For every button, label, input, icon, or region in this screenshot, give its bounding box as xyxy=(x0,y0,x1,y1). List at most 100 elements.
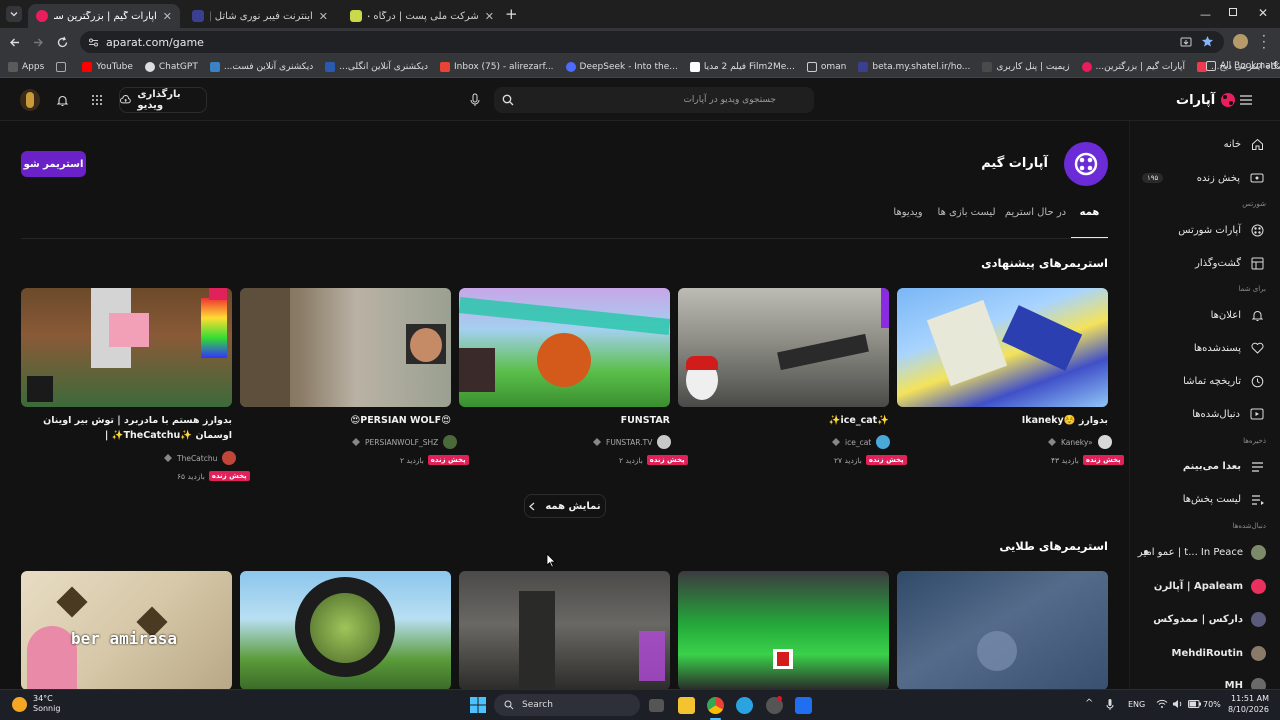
tab-game-list[interactable]: لیست بازی ها xyxy=(935,207,998,218)
bookmark-film2media[interactable]: فیلم 2 مدیا Film2Me... xyxy=(689,61,795,72)
sidebar-sub-1[interactable]: آپالرن | Apaleam xyxy=(1154,579,1266,594)
bookmark-aparat[interactable]: آپارات گیم | بزرگترین... xyxy=(1081,61,1185,72)
tab-streaming[interactable]: در حال استریم xyxy=(1003,207,1068,218)
bookmark-english-dic[interactable]: دیکشنری آنلاین انگلی... xyxy=(325,61,428,72)
bookmark-fast-dic[interactable]: دیکشنری آنلاین فست... xyxy=(209,61,313,72)
bookmark-deepseek[interactable]: DeepSeek - Into the... xyxy=(565,61,678,72)
sidebar-item-live[interactable]: پخش زنده xyxy=(1197,172,1264,184)
notification-bell-icon[interactable] xyxy=(56,94,69,107)
install-app-icon[interactable] xyxy=(1180,36,1192,48)
battery-icon[interactable] xyxy=(1188,700,1201,708)
stream-thumbnail[interactable] xyxy=(897,571,1108,689)
following-icon xyxy=(1250,408,1264,420)
site-info-icon[interactable] xyxy=(88,37,99,48)
language-indicator[interactable]: ENG xyxy=(1128,700,1145,709)
tab-aparat-game[interactable]: آپارات گیم | بزرگترین سرویس اشتر ✕ xyxy=(28,4,180,28)
chrome-icon[interactable] xyxy=(707,697,724,714)
microphone-icon[interactable] xyxy=(469,93,481,107)
channel-row[interactable]: Kaneky» xyxy=(1048,435,1112,449)
volume-icon[interactable] xyxy=(1172,699,1184,709)
all-bookmarks[interactable]: All Bookmarks xyxy=(1206,61,1280,71)
stream-title[interactable]: 😍PERSIAN WOLF😍 xyxy=(240,413,451,428)
wifi-icon[interactable] xyxy=(1156,699,1168,709)
stream-title[interactable]: FUNSTAR xyxy=(459,413,670,428)
sidebar-item-playlists[interactable]: لیست پخش‌ها xyxy=(1183,494,1264,505)
sidebar-item-explore[interactable]: گشت‌وگذار xyxy=(1195,257,1264,270)
bookmark-zimit[interactable]: زیمیت | پنل کاربری xyxy=(982,61,1070,72)
profile-avatar[interactable] xyxy=(1233,34,1248,49)
stream-thumbnail[interactable] xyxy=(678,571,889,689)
bookmark-youtube[interactable]: YouTube xyxy=(82,61,133,72)
sidebar-sub-0[interactable]: عمو امیر | t... In Peace xyxy=(1138,545,1266,560)
address-bar[interactable]: aparat.com/game xyxy=(80,31,1224,53)
sidebar-sub-2[interactable]: دارکس | ممدوکس xyxy=(1153,612,1266,627)
channel-row[interactable]: PERSIANWOLF_SHZ xyxy=(352,435,458,449)
task-view-icon[interactable] xyxy=(649,699,664,712)
weather-widget[interactable]: 34°C Sonnig xyxy=(12,694,60,714)
chevron-down-icon xyxy=(10,12,18,17)
stream-thumbnail[interactable] xyxy=(240,571,451,689)
more-menu-icon[interactable]: · · · xyxy=(1262,30,1266,54)
tray-chevron-icon[interactable]: ^ xyxy=(1085,698,1093,709)
back-icon[interactable] xyxy=(8,36,21,49)
new-tab-button[interactable]: + xyxy=(505,5,518,23)
channel-row[interactable]: TheCatchu xyxy=(164,451,237,465)
stream-thumbnail[interactable] xyxy=(21,288,232,407)
stream-thumbnail[interactable] xyxy=(897,288,1108,407)
streamer-button[interactable]: استریمر شو xyxy=(21,151,86,177)
site-logo[interactable]: آپارات xyxy=(1176,91,1237,109)
clock[interactable]: 11:51 AM 8/10/2026 xyxy=(1225,693,1269,715)
stream-thumbnail[interactable] xyxy=(459,571,670,689)
hamburger-menu-icon[interactable] xyxy=(1240,95,1252,105)
bookmark-oman[interactable]: oman xyxy=(806,61,846,72)
bookmark-star-icon[interactable] xyxy=(1201,35,1214,48)
stream-thumbnail[interactable] xyxy=(459,288,670,407)
sidebar-item-history[interactable]: تاریخچه تماشا xyxy=(1183,375,1264,388)
bookmark-apps[interactable]: Apps xyxy=(8,61,44,72)
user-avatar[interactable] xyxy=(20,89,40,111)
sidebar-item-home[interactable]: خانه xyxy=(1224,138,1264,151)
sidebar-item-liked[interactable]: پسندشده‌ها xyxy=(1194,342,1264,354)
show-all-button[interactable]: نمایش همه xyxy=(524,494,606,518)
tab-shatel[interactable]: اینترنت فیبر نوری شاتل | شاتل: ش ✕ xyxy=(184,4,336,28)
tab-search-button[interactable] xyxy=(6,6,22,22)
tab-all[interactable]: همه xyxy=(1071,207,1108,239)
stream-thumbnail[interactable]: ber amirasa xyxy=(21,571,232,689)
tab-videos[interactable]: ویدیوها xyxy=(884,207,932,218)
microphone-icon[interactable] xyxy=(1106,699,1114,711)
stream-thumbnail[interactable] xyxy=(678,288,889,407)
sidebar-item-notifications[interactable]: اعلان‌ها xyxy=(1211,309,1264,322)
file-explorer-icon[interactable] xyxy=(678,697,695,714)
stream-title[interactable]: ✨ice_cat✨ xyxy=(678,413,889,428)
channel-row[interactable]: ice_cat xyxy=(832,435,891,449)
pinned-app-icon[interactable] xyxy=(795,697,812,714)
minimize-icon[interactable]: — xyxy=(1200,8,1211,21)
close-icon[interactable]: ✕ xyxy=(163,10,172,23)
close-window-icon[interactable]: ✕ xyxy=(1258,6,1268,20)
windows-start-icon[interactable] xyxy=(470,697,486,713)
stream-title[interactable]: بدوارز هستم با مادربرد | توش بیر اوینان … xyxy=(21,413,232,443)
restore-icon[interactable] xyxy=(1229,8,1237,16)
sidebar-item-following[interactable]: دنبال‌شده‌ها xyxy=(1192,408,1264,420)
search-input[interactable]: جستجوی ویدیو در آپارات xyxy=(494,87,814,113)
tab-post[interactable]: شرکت ملی پست | درگاه خدمات ا ✕ xyxy=(342,4,502,28)
bookmark-shatel[interactable]: beta.my.shatel.ir/ho... xyxy=(858,61,970,72)
forward-icon[interactable] xyxy=(32,36,45,49)
sidebar-item-watch-later[interactable]: بعدا می‌بینم xyxy=(1183,461,1264,472)
close-icon[interactable]: ✕ xyxy=(319,10,328,23)
stream-title[interactable]: Ikaneky☺️ بدوارز xyxy=(897,413,1108,428)
stream-thumbnail[interactable] xyxy=(240,288,451,407)
close-icon[interactable]: ✕ xyxy=(485,10,494,23)
apps-grid-icon[interactable] xyxy=(91,94,103,106)
taskbar-search[interactable]: Search xyxy=(494,694,640,716)
bookmark-grid[interactable] xyxy=(56,61,70,72)
sidebar-sub-3[interactable]: MehdiRoutin xyxy=(1172,646,1266,661)
search-icon[interactable] xyxy=(502,94,514,106)
upload-video-button[interactable]: بارگذاری ویدیو xyxy=(119,87,207,113)
reload-icon[interactable] xyxy=(56,36,69,49)
bookmark-chatgpt[interactable]: ChatGPT xyxy=(144,61,198,72)
sidebar-item-shorts[interactable]: آپارات شورتس xyxy=(1178,224,1264,237)
bookmark-gmail[interactable]: Inbox (75) - alirezarf... xyxy=(440,61,554,72)
telegram-icon[interactable] xyxy=(736,697,753,714)
channel-row[interactable]: FUNSTAR.TV xyxy=(593,435,672,449)
